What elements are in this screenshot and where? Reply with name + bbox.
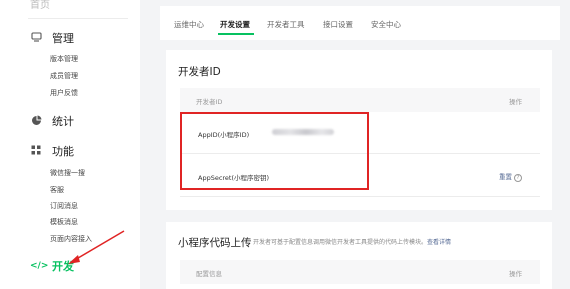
annotation-arrow — [68, 230, 125, 264]
